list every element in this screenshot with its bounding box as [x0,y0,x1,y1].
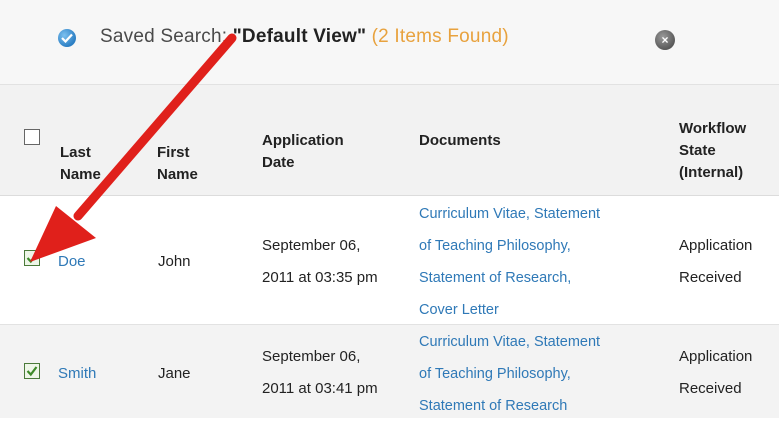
first-name: Jane [158,365,191,382]
first-name: John [158,253,191,270]
saved-search-bar: Saved Search: "Default View" (2 Items Fo… [0,0,779,85]
document-line[interactable]: of Teaching Philosophy, [419,358,600,390]
table-header: Last Name First Name Application Date Do… [0,85,779,196]
last-name-link[interactable]: Smith [58,358,96,390]
table-row: Doe John September 06, 2011 at 03:35 pm … [0,196,779,325]
checkmark-circle-icon [58,29,76,47]
workflow-state: Application Received [679,237,753,286]
document-line[interactable]: Curriculum Vitae, Statement [419,326,600,358]
saved-search-label: Saved Search: [100,26,233,47]
documents-cell: Curriculum Vitae, Statement of Teaching … [419,198,600,326]
row-checkbox[interactable] [24,363,40,379]
saved-search-title: Saved Search: "Default View" (2 Items Fo… [100,26,509,48]
column-header-first-name[interactable]: First Name [157,142,198,186]
column-header-application-date[interactable]: Application Date [262,130,344,174]
row-checkbox[interactable] [24,250,40,266]
column-header-last-name[interactable]: Last Name [60,142,101,186]
workflow-state: Application Received [679,348,753,397]
document-line[interactable]: Statement of Research [419,390,600,422]
application-date: September 06, 2011 at 03:41 pm [262,348,378,397]
close-circle-icon[interactable]: × [655,30,675,50]
table-row: Smith Jane September 06, 2011 at 03:41 p… [0,325,779,418]
column-header-workflow-state[interactable]: Workflow State (Internal) [679,118,746,184]
document-line[interactable]: Cover Letter [419,294,600,326]
results-count: (2 Items Found) [371,26,509,47]
application-date: September 06, 2011 at 03:35 pm [262,237,378,286]
saved-search-view-name: "Default View" [232,26,367,47]
column-header-documents[interactable]: Documents [419,130,501,152]
document-line[interactable]: Statement of Research, [419,262,600,294]
documents-cell: Curriculum Vitae, Statement of Teaching … [419,326,600,422]
document-line[interactable]: of Teaching Philosophy, [419,230,600,262]
last-name-link[interactable]: Doe [58,246,86,278]
select-all-checkbox[interactable] [24,129,40,145]
document-line[interactable]: Curriculum Vitae, Statement [419,198,600,230]
